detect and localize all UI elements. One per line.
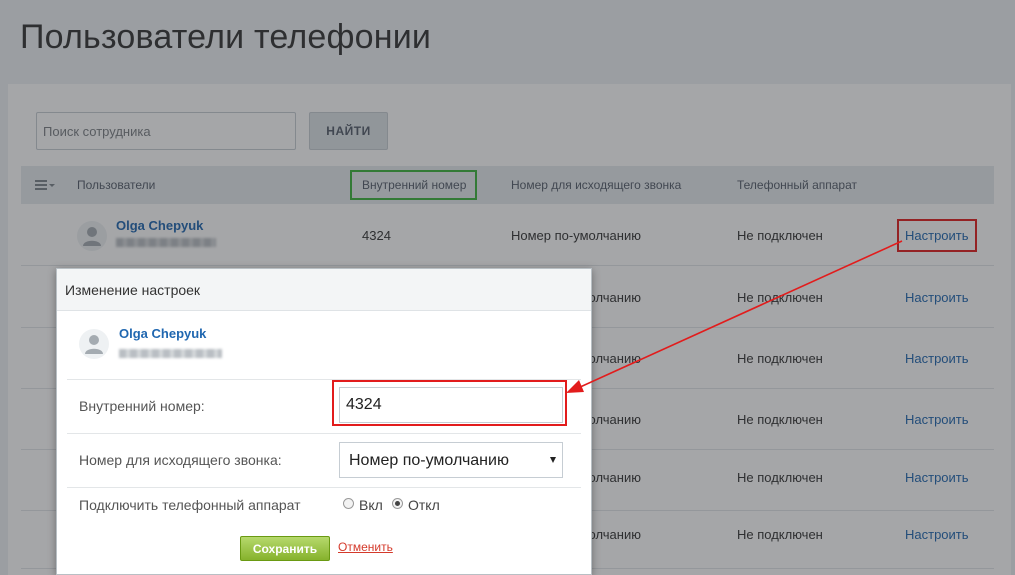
cancel-link[interactable]: Отменить xyxy=(338,540,393,554)
dialog-title[interactable]: Изменение настроек xyxy=(57,269,591,311)
dialog-user-position-blurred xyxy=(119,349,222,358)
settings-dialog: Изменение настроек Olga Chepyuk Внутренн… xyxy=(56,268,592,575)
outgoing-number-value: Номер по-умолчанию xyxy=(349,452,509,469)
user-avatar-icon xyxy=(79,329,109,359)
phone-device-label: Подключить телефонный аппарат xyxy=(79,497,301,513)
divider xyxy=(67,487,581,488)
extension-input-highlight xyxy=(332,380,567,426)
divider xyxy=(67,433,581,434)
dropdown-caret-icon xyxy=(550,457,556,463)
outgoing-number-label: Номер для исходящего звонка: xyxy=(79,452,282,468)
dialog-user-name-link[interactable]: Olga Chepyuk xyxy=(119,326,206,341)
outgoing-number-select[interactable]: Номер по-умолчанию xyxy=(339,442,563,478)
radio-on[interactable] xyxy=(343,498,354,509)
extension-label: Внутренний номер: xyxy=(79,398,205,414)
radio-off-label[interactable]: Откл xyxy=(408,497,440,513)
radio-off[interactable] xyxy=(392,498,403,509)
radio-on-label[interactable]: Вкл xyxy=(359,497,383,513)
save-button[interactable]: Сохранить xyxy=(240,536,330,561)
